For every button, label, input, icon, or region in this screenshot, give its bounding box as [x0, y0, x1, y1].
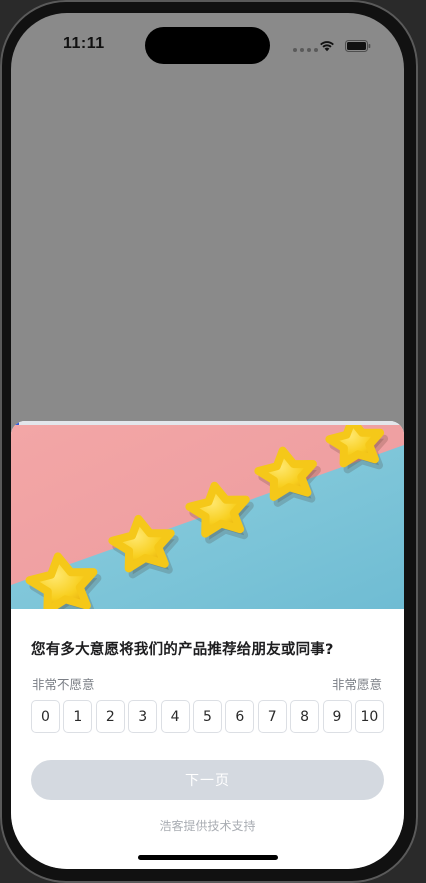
survey-sheet: 您有多大意愿将我们的产品推荐给朋友或同事? 非常不愿意 非常愿意 0123456… — [11, 421, 404, 869]
scale-option-1[interactable]: 1 — [63, 700, 93, 733]
powered-by-text: 浩客提供技术支持 — [159, 819, 256, 833]
scale-label-low: 非常不愿意 — [32, 677, 95, 692]
battery-icon — [345, 40, 371, 52]
scale-option-3[interactable]: 3 — [128, 700, 158, 733]
home-indicator — [138, 855, 278, 860]
nps-scale: 0 1 2 3 4 5 6 7 8 9 10 — [31, 700, 384, 733]
scale-option-7[interactable]: 7 — [257, 700, 287, 733]
scale-option-6[interactable]: 6 — [225, 700, 255, 733]
scale-option-9[interactable]: 9 — [322, 700, 352, 733]
wifi-icon — [320, 41, 334, 52]
scale-label-high: 非常愿意 — [331, 677, 382, 692]
scale-option-8[interactable]: 8 — [290, 700, 320, 733]
next-page-button[interactable]: 下一页 — [31, 760, 384, 800]
scale-option-0[interactable]: 0 — [31, 700, 60, 733]
dynamic-island — [145, 27, 270, 64]
page: 11:11 您有多大意愿将我们的产品推荐给朋友或同事? 非常不愿意 非常愿意 0… — [0, 0, 426, 883]
scale-option-10[interactable]: 10 — [354, 700, 384, 733]
signal-icon — [293, 48, 318, 52]
scale-option-2[interactable]: 2 — [95, 700, 125, 733]
question-title: 您有多大意愿将我们的产品推荐给朋友或同事? — [31, 642, 334, 658]
phone-screen: 11:11 您有多大意愿将我们的产品推荐给朋友或同事? 非常不愿意 非常愿意 0… — [11, 13, 404, 869]
scale-option-4[interactable]: 4 — [160, 700, 190, 733]
phone-frame: 11:11 您有多大意愿将我们的产品推荐给朋友或同事? 非常不愿意 非常愿意 0… — [0, 0, 418, 883]
banner-image — [11, 425, 404, 609]
scale-option-5[interactable]: 5 — [192, 700, 222, 733]
status-time: 11:11 — [63, 35, 105, 52]
